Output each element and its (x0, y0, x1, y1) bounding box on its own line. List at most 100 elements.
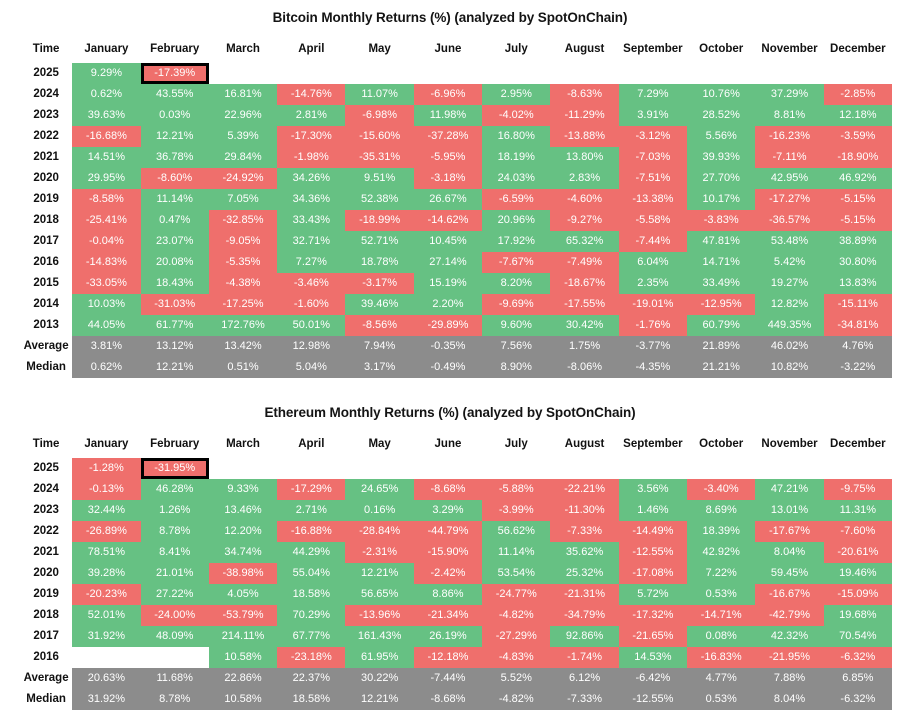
row-label-2022: 2022 (20, 521, 72, 542)
summary-cell-btc-average-april: 12.98% (277, 336, 345, 357)
column-header-august: August (550, 37, 618, 63)
cell-eth-2025-march (209, 458, 277, 479)
cell-btc-2023-february: 0.03% (141, 105, 209, 126)
cell-btc-2017-april: 32.71% (277, 231, 345, 252)
summary-cell-btc-average-may: 7.94% (345, 336, 413, 357)
column-header-december: December (824, 37, 892, 63)
table-row: 20240.62%43.55%16.81%-14.76%11.07%-6.96%… (20, 84, 892, 105)
cell-eth-2016-may: 61.95% (345, 647, 413, 668)
cell-btc-2014-july: -9.69% (482, 294, 550, 315)
cell-eth-2021-march: 34.74% (209, 542, 277, 563)
cell-btc-2019-may: 52.38% (345, 189, 413, 210)
cell-eth-2021-october: 42.92% (687, 542, 755, 563)
cell-btc-2025-september (619, 63, 687, 84)
cell-eth-2022-april: -16.88% (277, 521, 345, 542)
cell-btc-2022-june: -37.28% (414, 126, 482, 147)
cell-btc-2016-september: 6.04% (619, 252, 687, 273)
cell-btc-2022-november: -16.23% (755, 126, 823, 147)
highlighted-cell-eth-2025-february: -31.95% (141, 458, 209, 479)
cell-eth-2020-may: 12.21% (345, 563, 413, 584)
summary-cell-eth-median-june: -8.68% (414, 689, 482, 710)
summary-cell-btc-average-june: -0.35% (414, 336, 482, 357)
cell-eth-2017-december: 70.54% (824, 626, 892, 647)
cell-btc-2019-january: -8.58% (72, 189, 140, 210)
cell-btc-2013-june: -29.89% (414, 315, 482, 336)
row-label-2024: 2024 (20, 84, 72, 105)
cell-eth-2017-june: 26.19% (414, 626, 482, 647)
cell-btc-2020-january: 29.95% (72, 168, 140, 189)
cell-btc-2025-november (755, 63, 823, 84)
cell-eth-2023-june: 3.29% (414, 500, 482, 521)
row-label-2020: 2020 (20, 563, 72, 584)
cell-btc-2021-may: -35.31% (345, 147, 413, 168)
cell-eth-2017-march: 214.11% (209, 626, 277, 647)
column-header-january: January (72, 37, 140, 63)
cell-btc-2017-october: 47.81% (687, 231, 755, 252)
cell-eth-2020-september: -17.08% (619, 563, 687, 584)
cell-btc-2013-july: 9.60% (482, 315, 550, 336)
cell-btc-2025-may (345, 63, 413, 84)
cell-btc-2016-november: 5.42% (755, 252, 823, 273)
cell-eth-2016-august: -1.74% (550, 647, 618, 668)
cell-btc-2022-august: -13.88% (550, 126, 618, 147)
cell-eth-2016-september: 14.53% (619, 647, 687, 668)
cell-eth-2016-april: -23.18% (277, 647, 345, 668)
summary-cell-btc-median-july: 8.90% (482, 357, 550, 378)
summary-cell-eth-median-july: -4.82% (482, 689, 550, 710)
cell-eth-2022-january: -26.89% (72, 521, 140, 542)
table-row: 202029.95%-8.60%-24.92%34.26%9.51%-3.18%… (20, 168, 892, 189)
cell-eth-2023-july: -3.99% (482, 500, 550, 521)
cell-btc-2017-march: -9.05% (209, 231, 277, 252)
cell-eth-2021-july: 11.14% (482, 542, 550, 563)
cell-btc-2020-august: 2.83% (550, 168, 618, 189)
cell-eth-2018-april: 70.29% (277, 605, 345, 626)
cell-eth-2021-june: -15.90% (414, 542, 482, 563)
cell-eth-2021-may: -2.31% (345, 542, 413, 563)
cell-eth-2020-november: 59.45% (755, 563, 823, 584)
cell-eth-2017-november: 42.32% (755, 626, 823, 647)
cell-btc-2024-december: -2.85% (824, 84, 892, 105)
table-row: 2022-16.68%12.21%5.39%-17.30%-15.60%-37.… (20, 126, 892, 147)
cell-eth-2019-october: 0.53% (687, 584, 755, 605)
cell-eth-2020-june: -2.42% (414, 563, 482, 584)
cell-eth-2017-september: -21.65% (619, 626, 687, 647)
summary-cell-btc-average-july: 7.56% (482, 336, 550, 357)
summary-label-average: Average (20, 668, 72, 689)
cell-btc-2021-june: -5.95% (414, 147, 482, 168)
cell-btc-2019-september: -13.38% (619, 189, 687, 210)
cell-btc-2013-march: 172.76% (209, 315, 277, 336)
table-row: 2015-33.05%18.43%-4.38%-3.46%-3.17%15.19… (20, 273, 892, 294)
cell-eth-2022-november: -17.67% (755, 521, 823, 542)
cell-eth-2019-january: -20.23% (72, 584, 140, 605)
cell-eth-2017-august: 92.86% (550, 626, 618, 647)
cell-btc-2020-november: 42.95% (755, 168, 823, 189)
cell-eth-2019-may: 56.65% (345, 584, 413, 605)
row-label-2021: 2021 (20, 147, 72, 168)
column-header-june: June (414, 37, 482, 63)
summary-row-average: Average20.63%11.68%22.86%22.37%30.22%-7.… (20, 668, 892, 689)
cell-eth-2018-june: -21.34% (414, 605, 482, 626)
cell-eth-2025-october (687, 458, 755, 479)
summary-cell-btc-median-april: 5.04% (277, 357, 345, 378)
cell-btc-2013-august: 30.42% (550, 315, 618, 336)
cell-eth-2020-april: 55.04% (277, 563, 345, 584)
cell-eth-2020-december: 19.46% (824, 563, 892, 584)
summary-cell-eth-median-march: 10.58% (209, 689, 277, 710)
cell-btc-2017-november: 53.48% (755, 231, 823, 252)
cell-eth-2022-december: -7.60% (824, 521, 892, 542)
cell-btc-2021-september: -7.03% (619, 147, 687, 168)
summary-cell-btc-average-december: 4.76% (824, 336, 892, 357)
column-header-august: August (550, 432, 618, 458)
table-row: 202114.51%36.78%29.84%-1.98%-35.31%-5.95… (20, 147, 892, 168)
ethereum-table-body: 2025-1.28%-31.95%2024-0.13%46.28%9.33%-1… (20, 458, 892, 710)
cell-btc-2013-february: 61.77% (141, 315, 209, 336)
cell-btc-2015-may: -3.17% (345, 273, 413, 294)
summary-cell-eth-average-may: 30.22% (345, 668, 413, 689)
cell-eth-2017-july: -27.29% (482, 626, 550, 647)
cell-btc-2025-april (277, 63, 345, 84)
cell-btc-2023-november: 8.81% (755, 105, 823, 126)
cell-btc-2018-january: -25.41% (72, 210, 140, 231)
column-header-february: February (141, 432, 209, 458)
cell-btc-2021-december: -18.90% (824, 147, 892, 168)
cell-btc-2013-november: 449.35% (755, 315, 823, 336)
